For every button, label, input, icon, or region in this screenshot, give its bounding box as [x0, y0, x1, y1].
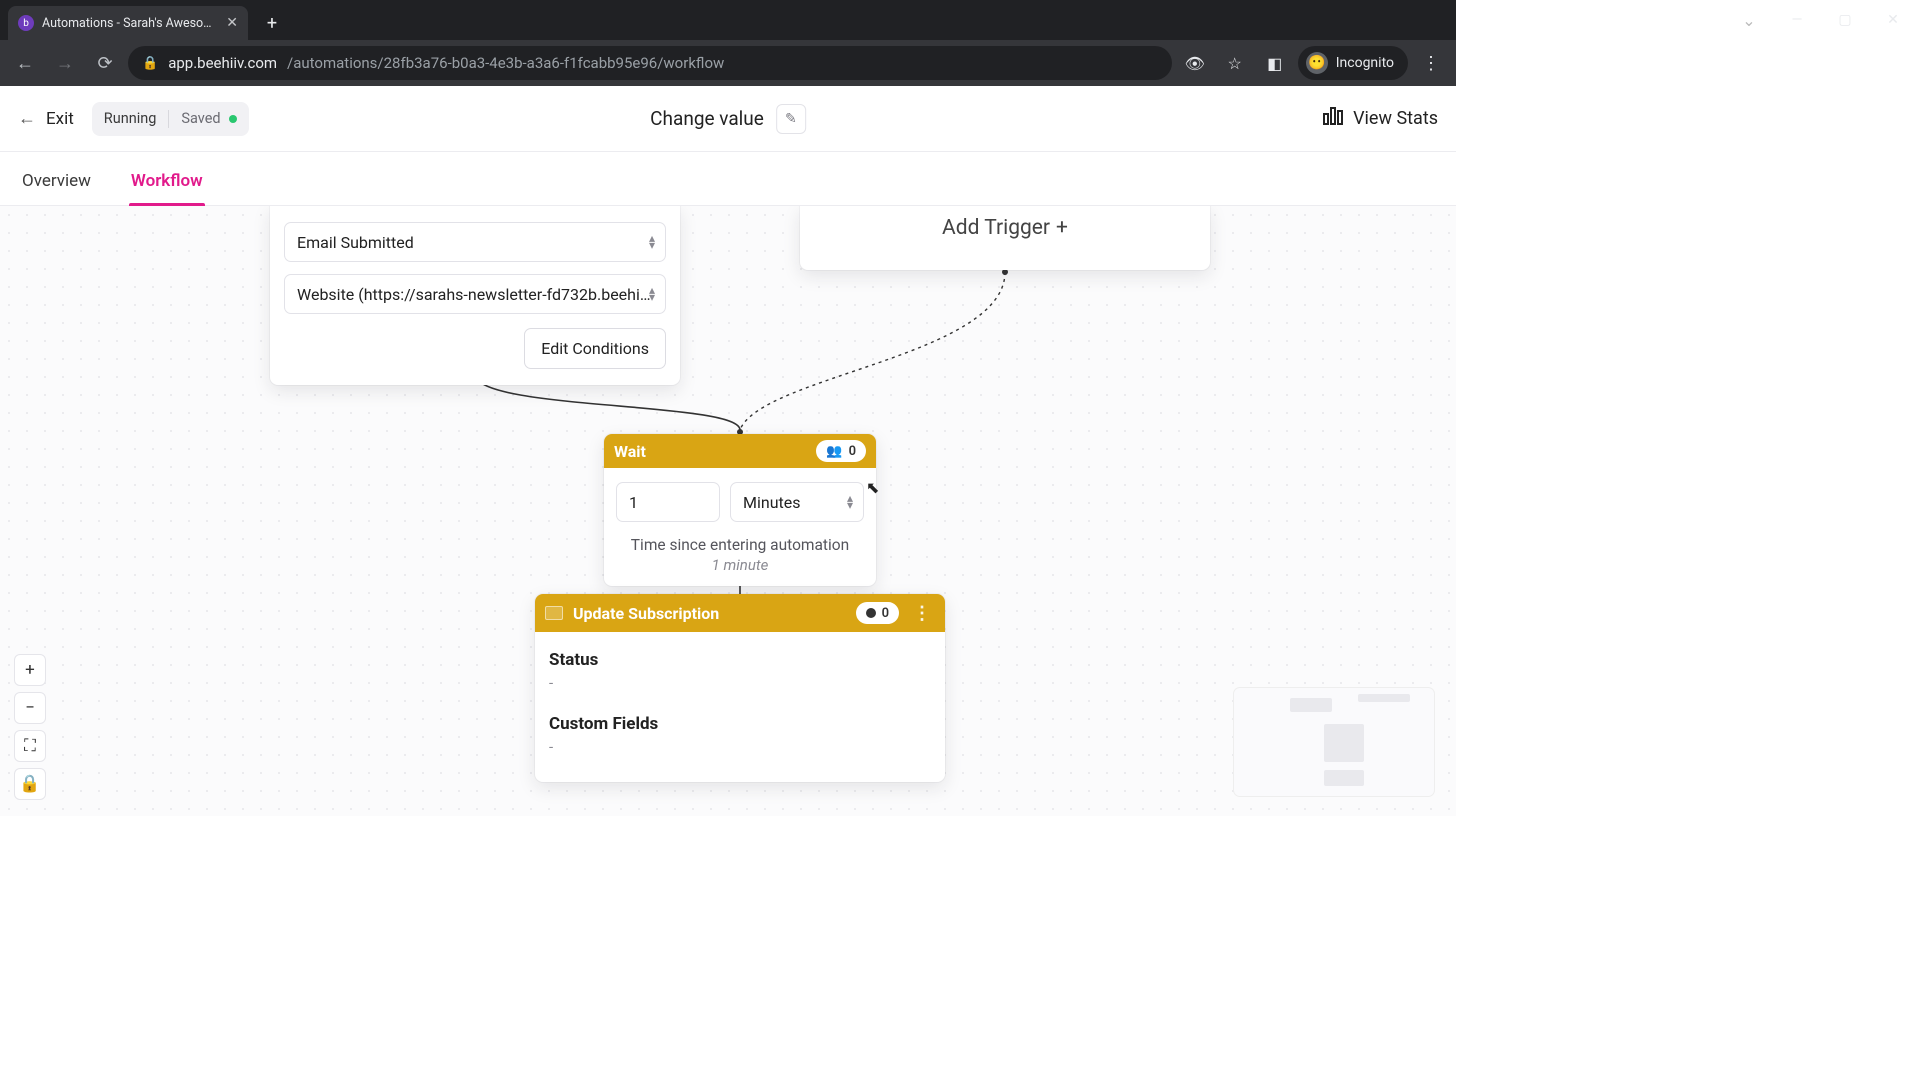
update-node-header: Update Subscription 0 ⋮: [535, 594, 945, 632]
tracking-protection-icon[interactable]: 👁: [1178, 46, 1212, 80]
arrow-left-icon: ←: [18, 108, 36, 129]
url-path: /automations/28fb3a76-b0a3-4e3b-a3a6-f1f…: [287, 54, 724, 72]
update-subscription-node[interactable]: Update Subscription 0 ⋮ Status - Custom …: [535, 594, 945, 782]
update-count-value: 0: [882, 606, 889, 621]
tabs-dropdown-icon[interactable]: ⌄: [1726, 4, 1772, 36]
address-bar: ← → ⟳ 🔒 app.beehiiv.com/automations/28fb…: [0, 40, 1456, 86]
view-stats-label: View Stats: [1353, 108, 1438, 129]
update-count-badge: 0: [856, 602, 899, 624]
view-stats-button[interactable]: View Stats: [1323, 107, 1438, 130]
trigger-actions: Edit Conditions: [284, 328, 666, 369]
incognito-icon: 😶: [1306, 52, 1328, 74]
side-panel-icon[interactable]: ◧: [1258, 46, 1292, 80]
update-node-body: Status - Custom Fields -: [535, 632, 945, 782]
automation-title: Change value: [650, 107, 764, 130]
bar-chart-icon: [1323, 107, 1343, 130]
add-trigger-label: Add Trigger: [942, 216, 1050, 240]
tab-overview[interactable]: Overview: [22, 171, 91, 205]
nav-forward-button[interactable]: →: [48, 46, 82, 80]
chevron-updown-icon: ▴▾: [649, 287, 655, 301]
status-label: Status: [549, 650, 931, 670]
plus-icon: +: [1056, 216, 1068, 240]
exit-button[interactable]: ← Exit: [18, 108, 74, 129]
wait-value: 1: [629, 493, 638, 512]
favicon-icon: b: [18, 15, 34, 31]
close-tab-icon[interactable]: ✕: [226, 15, 238, 31]
canvas-tools: + − ⛶ 🔒: [14, 654, 46, 800]
lock-canvas-button[interactable]: 🔒: [14, 768, 46, 800]
zoom-out-button[interactable]: −: [14, 692, 46, 724]
add-trigger-card[interactable]: Add Trigger +: [800, 206, 1210, 270]
tab-title: Automations - Sarah's Awesome: [42, 16, 218, 31]
wait-unit-select[interactable]: Minutes ▴▾: [730, 482, 864, 522]
bookmark-star-icon[interactable]: ☆: [1218, 46, 1252, 80]
pencil-icon: ✎: [785, 111, 797, 127]
wait-meta: Time since entering automation 1 minute: [616, 536, 864, 574]
app-header: ← Exit Running Saved Change value ✎ View…: [0, 86, 1456, 152]
minimap[interactable]: [1234, 688, 1434, 796]
automation-title-wrap: Change value ✎: [650, 104, 806, 134]
wait-unit-value: Minutes: [743, 493, 801, 512]
status-saved-wrap: Saved: [181, 110, 236, 127]
edit-title-button[interactable]: ✎: [776, 104, 806, 134]
trigger-event-value: Email Submitted: [297, 233, 414, 252]
nav-back-button[interactable]: ←: [8, 46, 42, 80]
window-maximize-button[interactable]: ▢: [1822, 4, 1868, 36]
exit-label: Exit: [46, 109, 74, 129]
lock-icon: 🔒: [142, 56, 158, 71]
node-menu-button[interactable]: ⋮: [909, 603, 935, 624]
wait-meta-label: Time since entering automation: [616, 536, 864, 554]
custom-fields-label: Custom Fields: [549, 714, 931, 734]
custom-fields-value: -: [549, 738, 931, 756]
edit-conditions-button[interactable]: Edit Conditions: [524, 328, 666, 369]
update-node-title: Update Subscription: [573, 604, 719, 623]
status-value: -: [549, 674, 931, 692]
status-chip: Running Saved: [92, 102, 249, 136]
fit-view-button[interactable]: ⛶: [14, 730, 46, 762]
trigger-node[interactable]: Email Submitted ▴▾ Website (https://sara…: [270, 206, 680, 385]
trigger-event-select[interactable]: Email Submitted ▴▾: [284, 222, 666, 262]
trigger-source-value: Website (https://sarahs-newsletter-fd732…: [297, 285, 653, 304]
window-minimize-button[interactable]: ―: [1774, 4, 1820, 36]
status-dot-icon: [229, 115, 237, 123]
window-close-button[interactable]: ✕: [1870, 4, 1916, 36]
browser-tab[interactable]: b Automations - Sarah's Awesome ✕: [8, 6, 248, 40]
chevron-updown-icon: ▴▾: [649, 235, 655, 249]
wait-value-input[interactable]: 1: [616, 482, 720, 522]
subtabs: Overview Workflow: [0, 152, 1456, 206]
id-card-icon: [545, 606, 563, 620]
browser-menu-button[interactable]: ⋮: [1414, 46, 1448, 80]
incognito-badge[interactable]: 😶 Incognito: [1298, 46, 1408, 80]
new-tab-button[interactable]: +: [258, 9, 286, 37]
check-circle-icon: [866, 608, 876, 618]
url-host: app.beehiiv.com: [168, 54, 277, 72]
incognito-label: Incognito: [1336, 55, 1394, 71]
wait-node-title: Wait: [614, 442, 646, 461]
status-divider: [168, 110, 169, 128]
zoom-in-button[interactable]: +: [14, 654, 46, 686]
chevron-updown-icon: ▴▾: [847, 495, 853, 509]
status-running: Running: [104, 110, 157, 127]
status-saved: Saved: [181, 110, 220, 127]
wait-meta-value: 1 minute: [616, 556, 864, 574]
trigger-source-select[interactable]: Website (https://sarahs-newsletter-fd732…: [284, 274, 666, 314]
tab-bar: b Automations - Sarah's Awesome ✕ + ⌄ ― …: [0, 0, 1456, 40]
window-controls: ⌄ ― ▢ ✕: [1726, 0, 1920, 40]
url-field[interactable]: 🔒 app.beehiiv.com/automations/28fb3a76-b…: [128, 46, 1172, 80]
app-root: ← Exit Running Saved Change value ✎ View…: [0, 86, 1456, 816]
browser-chrome: b Automations - Sarah's Awesome ✕ + ⌄ ― …: [0, 0, 1456, 86]
mouse-cursor-icon: ⬉: [866, 478, 879, 497]
users-icon: 👥: [826, 444, 842, 459]
wait-count-badge: 👥 0: [816, 440, 866, 462]
tab-workflow[interactable]: Workflow: [131, 171, 203, 205]
wait-count-value: 0: [849, 444, 856, 459]
wait-node-body: 1 Minutes ▴▾ Time since entering automat…: [604, 468, 876, 586]
wait-node-header: Wait 👥 0: [604, 434, 876, 468]
wait-node[interactable]: Wait 👥 0 1 Minutes ▴▾: [604, 434, 876, 586]
nav-reload-button[interactable]: ⟳: [88, 46, 122, 80]
workflow-canvas[interactable]: Email Submitted ▴▾ Website (https://sara…: [0, 206, 1456, 816]
